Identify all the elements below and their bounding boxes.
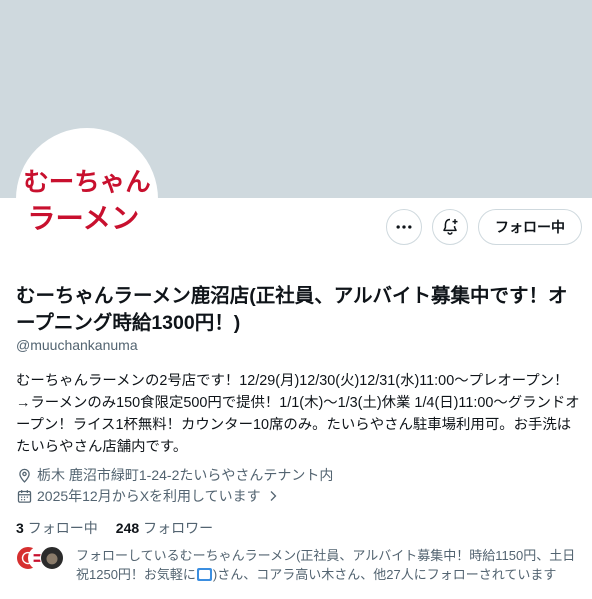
- mutual-followers-avatars[interactable]: [16, 546, 68, 572]
- profile-actions: フォロー中: [386, 209, 582, 245]
- profile-name: むーちゃんラーメン鹿沼店(正社員、アルバイト募集中です！オープニング時給1300…: [16, 285, 568, 334]
- profile-avatar[interactable]: むーちゃん ラーメン: [16, 128, 158, 270]
- ramen-shop-logo: むーちゃん ラーメン: [23, 169, 150, 235]
- profile-handle: @muuchankanuma: [16, 337, 138, 353]
- following-button[interactable]: フォロー中: [478, 209, 582, 245]
- follow-counts: 3 フォロー中 248 フォロワー: [16, 518, 213, 538]
- joined-text: 2025年12月からXを利用しています: [37, 488, 261, 504]
- following-label: フォロー中: [27, 520, 98, 536]
- calendar-icon: [17, 489, 32, 503]
- followed-by-part2: )さん、コアラ高い木さん、他27人にフォローされています: [212, 567, 557, 582]
- followed-by-text[interactable]: フォローしているむーちゃんラーメン(正社員、アルバイト募集中！時給1150円、土…: [76, 546, 582, 584]
- logo-text-line2: ラーメン: [27, 202, 139, 234]
- chevron-right-icon: [270, 491, 277, 501]
- followers-count-link[interactable]: 248 フォロワー: [116, 518, 213, 538]
- following-count-link[interactable]: 3 フォロー中: [16, 518, 98, 538]
- location-text: 栃木 鹿沼市緑町1-24-2たいらやさんテナント内: [37, 467, 334, 483]
- bell-plus-icon: [443, 218, 458, 235]
- profile-joined[interactable]: 2025年12月からXを利用しています: [16, 486, 279, 506]
- logo-text-line1: むーちゃん: [23, 169, 150, 197]
- followers-count: 248: [115, 520, 140, 536]
- envelope-emoji-icon: [196, 568, 212, 581]
- mutual-avatar-3: [40, 546, 64, 570]
- location-pin-icon: [19, 468, 30, 483]
- more-button[interactable]: [386, 209, 422, 245]
- profile-location: 栃木 鹿沼市緑町1-24-2たいらやさんテナント内: [16, 465, 333, 485]
- notifications-button[interactable]: [432, 209, 468, 245]
- profile-bio: むーちゃんラーメンの2号店です！12/29(月)12/30(火)12/31(水)…: [16, 373, 580, 455]
- followers-label: フォロワー: [143, 520, 214, 536]
- following-count: 3: [16, 520, 24, 536]
- more-horizontal-icon: [396, 225, 412, 229]
